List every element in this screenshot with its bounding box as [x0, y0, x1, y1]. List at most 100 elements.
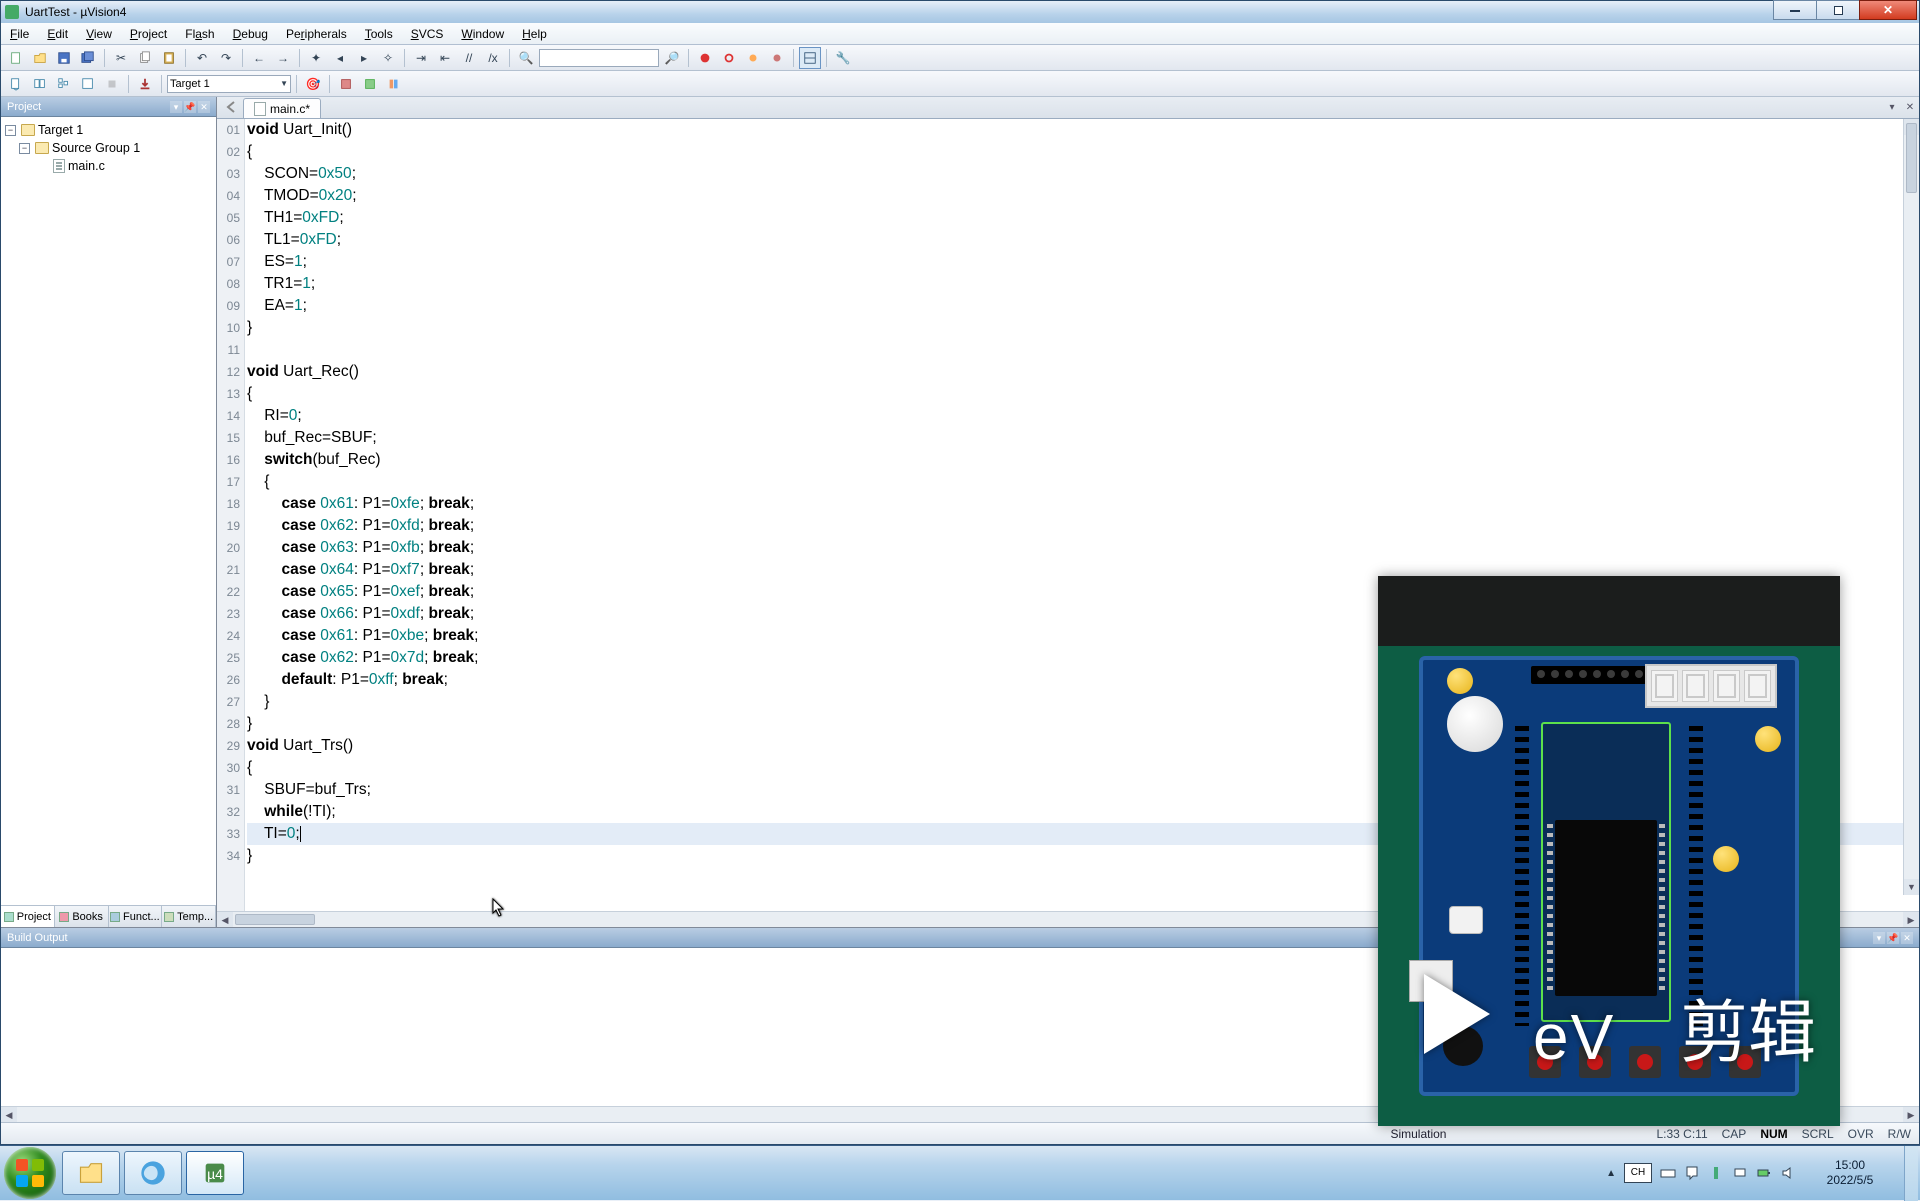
panel-dropdown-icon[interactable]: ▾ — [170, 101, 182, 113]
editor-vscrollbar[interactable]: ▲ ▼ — [1903, 119, 1919, 895]
scroll-right-icon[interactable]: ▶ — [1903, 1107, 1919, 1122]
tree-group-row[interactable]: − Source Group 1 — [3, 139, 214, 157]
batch-build-icon[interactable] — [77, 73, 99, 95]
menu-help[interactable]: HelpHelp — [513, 24, 556, 44]
breakpoint-enable-icon[interactable] — [742, 47, 764, 69]
menu-project[interactable]: ProjectProject — [121, 24, 176, 44]
titlebar[interactable]: UartTest - µVision4 ✕ — [1, 1, 1919, 23]
find-in-files-icon[interactable]: 🔎 — [661, 47, 683, 69]
tab-templates[interactable]: Temp... — [162, 906, 216, 927]
tree-target-row[interactable]: − Target 1 — [3, 121, 214, 139]
panel-close-icon[interactable]: ✕ — [1901, 932, 1913, 944]
file-tab-main-c[interactable]: main.c* — [243, 98, 321, 118]
books-icon[interactable] — [383, 73, 405, 95]
play-button[interactable] — [1424, 974, 1524, 1074]
redo-icon[interactable]: ↷ — [215, 47, 237, 69]
tree-collapse-icon[interactable]: − — [19, 143, 30, 154]
breakpoint-insert-icon[interactable] — [718, 47, 740, 69]
translate-icon[interactable] — [5, 73, 27, 95]
breakpoint-kill-icon[interactable] — [766, 47, 788, 69]
ime-indicator[interactable]: CH — [1624, 1163, 1652, 1183]
taskbar-uvision[interactable]: µ4 — [186, 1151, 244, 1195]
menu-file[interactable]: FFileile — [1, 24, 38, 44]
system-tray: ▲ CH 15:00 2022/5/5 — [1606, 1146, 1920, 1201]
start-button[interactable] — [4, 1147, 56, 1199]
indent-icon[interactable]: ⇥ — [410, 47, 432, 69]
menu-svcs[interactable]: SVCSSVCS — [402, 24, 453, 44]
save-icon[interactable] — [53, 47, 75, 69]
show-desktop-button[interactable] — [1904, 1146, 1918, 1201]
action-center-icon[interactable] — [1684, 1165, 1700, 1181]
copy-icon[interactable] — [134, 47, 156, 69]
download-icon[interactable] — [134, 73, 156, 95]
paste-icon[interactable] — [158, 47, 180, 69]
network-icon[interactable] — [1732, 1165, 1748, 1181]
menu-tools[interactable]: ToolsTools — [356, 24, 402, 44]
open-file-icon[interactable] — [29, 47, 51, 69]
windows-taskbar[interactable]: µ4 ▲ CH 15:00 2022/5/5 — [0, 1145, 1920, 1200]
bookmark-clear-icon[interactable]: ✧ — [377, 47, 399, 69]
scroll-thumb[interactable] — [1906, 123, 1917, 193]
keyboard-icon[interactable] — [1660, 1165, 1676, 1181]
panel-pin-icon[interactable]: 📌 — [1887, 932, 1899, 944]
tree-file-row[interactable]: main.c — [3, 157, 214, 175]
close-button[interactable]: ✕ — [1859, 0, 1917, 20]
uncomment-icon[interactable]: /x — [482, 47, 504, 69]
scroll-right-icon[interactable]: ▶ — [1903, 912, 1919, 927]
scroll-left-icon[interactable]: ◀ — [1, 1107, 17, 1122]
manage-icon[interactable] — [359, 73, 381, 95]
build-icon[interactable] — [29, 73, 51, 95]
scroll-down-icon[interactable]: ▼ — [1904, 879, 1919, 895]
menu-window[interactable]: WindowWindow — [452, 24, 513, 44]
outdent-icon[interactable]: ⇤ — [434, 47, 456, 69]
panel-dropdown-icon[interactable]: ▾ — [1873, 932, 1885, 944]
bookmark-icon[interactable]: ✦ — [305, 47, 327, 69]
comment-icon[interactable]: // — [458, 47, 480, 69]
scroll-thumb[interactable] — [235, 914, 315, 925]
project-panel-title[interactable]: Project ▾ 📌 ✕ — [1, 97, 216, 117]
tab-prev-icon[interactable] — [223, 99, 239, 115]
menu-edit[interactable]: EditEdit — [38, 24, 77, 44]
menu-view[interactable]: ViewView — [77, 24, 121, 44]
menu-peripherals[interactable]: PeripheralsPeripherals — [277, 24, 356, 44]
usb-icon[interactable] — [1708, 1165, 1724, 1181]
nav-back-icon[interactable]: ← — [248, 47, 270, 69]
minimize-button[interactable] — [1773, 0, 1817, 20]
tab-project[interactable]: Project — [1, 906, 55, 927]
tray-clock[interactable]: 15:00 2022/5/5 — [1804, 1158, 1896, 1188]
undo-icon[interactable]: ↶ — [191, 47, 213, 69]
panel-close-icon[interactable]: ✕ — [198, 101, 210, 113]
maximize-button[interactable] — [1816, 0, 1860, 20]
stop-build-icon[interactable] — [101, 73, 123, 95]
taskbar-browser[interactable] — [124, 1151, 182, 1195]
bookmark-next-icon[interactable]: ▸ — [353, 47, 375, 69]
taskbar-explorer[interactable] — [62, 1151, 120, 1195]
find-combo[interactable] — [539, 49, 659, 67]
battery-icon[interactable] — [1756, 1165, 1772, 1181]
configure-icon[interactable]: 🔧 — [832, 47, 854, 69]
menu-debug[interactable]: DebugDebug — [224, 24, 277, 44]
rebuild-icon[interactable] — [53, 73, 75, 95]
new-file-icon[interactable] — [5, 47, 27, 69]
tab-functions[interactable]: Funct... — [109, 906, 163, 927]
target-options-icon[interactable]: 🎯 — [302, 73, 324, 95]
project-tree[interactable]: − Target 1 − Source Group 1 main.c — [1, 117, 216, 905]
volume-icon[interactable] — [1780, 1165, 1796, 1181]
panel-pin-icon[interactable]: 📌 — [184, 101, 196, 113]
tab-dropdown-icon[interactable]: ▾ — [1885, 101, 1899, 115]
find-icon[interactable]: 🔍 — [515, 47, 537, 69]
cut-icon[interactable]: ✂ — [110, 47, 132, 69]
tab-close-icon[interactable]: ✕ — [1903, 101, 1917, 115]
scroll-left-icon[interactable]: ◀ — [217, 912, 233, 927]
tree-collapse-icon[interactable]: − — [5, 125, 16, 136]
target-select[interactable]: Target 1 ▼ — [167, 75, 291, 93]
tray-expand-icon[interactable]: ▲ — [1606, 1168, 1616, 1179]
tab-books[interactable]: Books — [55, 906, 109, 927]
debug-start-icon[interactable] — [694, 47, 716, 69]
menu-flash[interactable]: FlashFlash — [176, 24, 223, 44]
file-ext-icon[interactable] — [335, 73, 357, 95]
save-all-icon[interactable] — [77, 47, 99, 69]
nav-fwd-icon[interactable]: → — [272, 47, 294, 69]
bookmark-prev-icon[interactable]: ◂ — [329, 47, 351, 69]
window-layout-icon[interactable] — [799, 47, 821, 69]
